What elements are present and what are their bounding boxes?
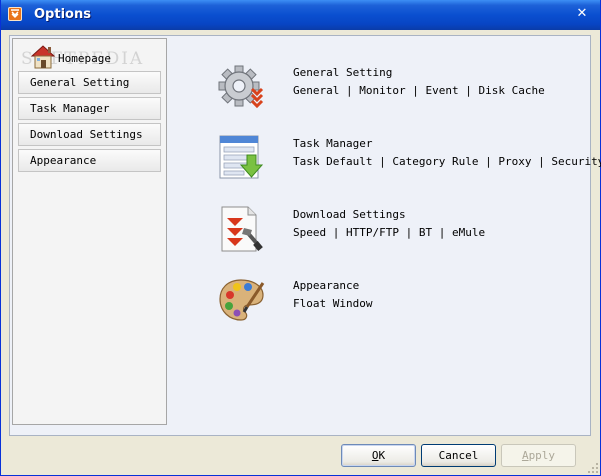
- separator: |: [465, 84, 479, 97]
- section-links: Float Window: [293, 297, 372, 310]
- sidebar-item-appearance[interactable]: Appearance: [18, 149, 161, 172]
- palette-icon[interactable]: [217, 275, 267, 325]
- separator: |: [405, 226, 419, 239]
- link-speed[interactable]: Speed: [293, 226, 326, 239]
- sidebar-item-download-settings[interactable]: Download Settings: [18, 123, 161, 146]
- section-title[interactable]: General Setting: [293, 66, 392, 79]
- cancel-label: Cancel: [438, 449, 479, 462]
- section-links: General | Monitor | Event | Disk Cache: [293, 84, 545, 97]
- button-bar: OK Cancel Apply: [1, 437, 600, 475]
- ok-label-rest: K: [378, 449, 386, 462]
- sidebar-item-homepage[interactable]: Homepage: [29, 42, 149, 72]
- section-appearance: Appearance Float Window: [217, 275, 587, 325]
- apply-button[interactable]: Apply: [501, 444, 576, 467]
- sidebar: SOFTPEDIA Homepage General Setting Task …: [12, 38, 167, 425]
- title-bar[interactable]: Options ✕: [1, 0, 600, 30]
- sidebar-item-label: Homepage: [58, 52, 111, 65]
- gear-icon[interactable]: [217, 62, 267, 112]
- link-disk-cache[interactable]: Disk Cache: [478, 84, 544, 97]
- sidebar-item-label: General Setting: [30, 76, 130, 89]
- link-http-ftp[interactable]: HTTP/FTP: [346, 226, 399, 239]
- section-links: Speed | HTTP/FTP | BT | eMule: [293, 226, 485, 239]
- sidebar-item-label: Download Settings: [30, 128, 143, 141]
- apply-mnemonic: A: [521, 449, 529, 462]
- sidebar-item-label: Task Manager: [30, 102, 110, 115]
- apply-label-rest: pply: [528, 449, 556, 462]
- close-button[interactable]: ✕: [575, 7, 589, 21]
- options-dialog: Options ✕ SOFTPEDIA Homepage General Set…: [0, 0, 601, 476]
- separator: |: [538, 155, 552, 168]
- separator: |: [485, 155, 499, 168]
- separator: |: [438, 226, 452, 239]
- link-general[interactable]: General: [293, 84, 339, 97]
- download-tools-icon[interactable]: [217, 204, 267, 254]
- link-float-window[interactable]: Float Window: [293, 297, 372, 310]
- section-title[interactable]: Task Manager: [293, 137, 372, 150]
- separator: |: [379, 155, 393, 168]
- link-task-default[interactable]: Task Default: [293, 155, 372, 168]
- link-monitor[interactable]: Monitor: [359, 84, 405, 97]
- sidebar-item-general-setting[interactable]: General Setting: [18, 71, 161, 94]
- sidebar-item-label: Appearance: [30, 154, 97, 167]
- sidebar-item-task-manager[interactable]: Task Manager: [18, 97, 161, 120]
- link-category-rule[interactable]: Category Rule: [392, 155, 478, 168]
- section-task-manager: Task Manager Task Default | Category Rul…: [217, 133, 601, 183]
- link-security[interactable]: Security: [551, 155, 601, 168]
- section-download-settings: Download Settings Speed | HTTP/FTP | BT …: [217, 204, 587, 254]
- section-links: Task Default | Category Rule | Proxy | S…: [293, 155, 601, 168]
- ok-button[interactable]: OK: [341, 444, 416, 467]
- resize-grip-icon[interactable]: [587, 462, 599, 474]
- window-title: Options: [34, 7, 91, 22]
- section-general-setting: General Setting General | Monitor | Even…: [217, 62, 587, 112]
- cancel-button[interactable]: Cancel: [421, 444, 496, 467]
- ok-mnemonic: O: [371, 449, 379, 462]
- link-proxy[interactable]: Proxy: [498, 155, 531, 168]
- section-title[interactable]: Appearance: [293, 279, 359, 292]
- app-icon: [8, 7, 22, 21]
- link-emule[interactable]: eMule: [452, 226, 485, 239]
- separator: |: [345, 84, 360, 97]
- link-event[interactable]: Event: [425, 84, 458, 97]
- section-title[interactable]: Download Settings: [293, 208, 406, 221]
- separator: |: [412, 84, 426, 97]
- task-list-icon[interactable]: [217, 133, 267, 183]
- options-panel: SOFTPEDIA Homepage General Setting Task …: [9, 35, 601, 436]
- close-icon: ✕: [576, 6, 588, 21]
- separator: |: [332, 226, 346, 239]
- link-bt[interactable]: BT: [419, 226, 432, 239]
- house-icon: [30, 45, 56, 69]
